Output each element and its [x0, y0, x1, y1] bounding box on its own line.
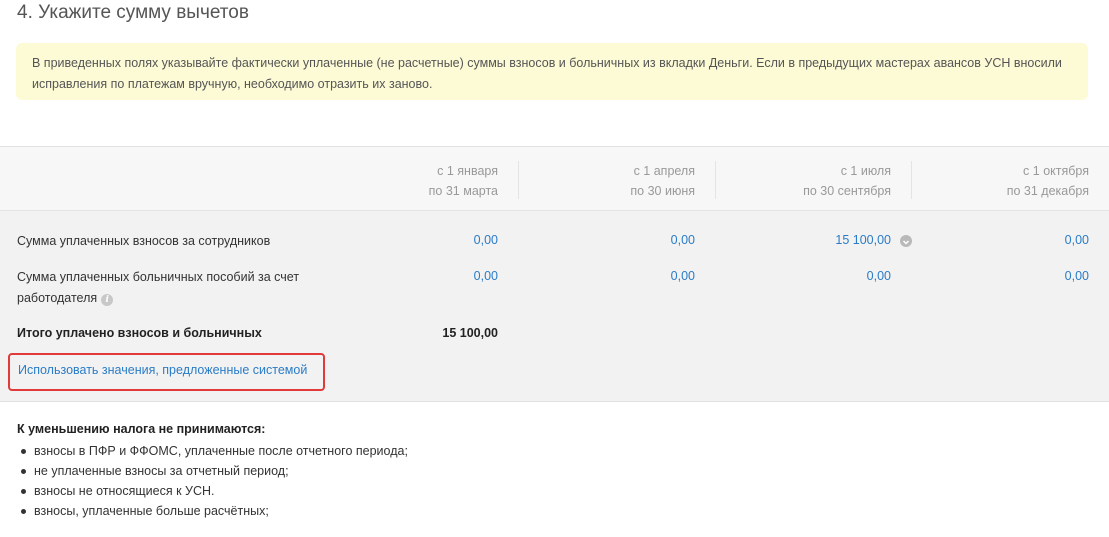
contributions-q2-value[interactable]: 0,00 — [671, 230, 695, 251]
period-q3: с 1 июля по 30 сентября — [803, 164, 891, 198]
list-item: не уплаченные взносы за отчетный период; — [17, 461, 408, 481]
contributions-q4-value[interactable]: 0,00 — [1065, 230, 1089, 251]
contributions-q3-value[interactable]: 15 100,00 — [835, 230, 891, 251]
info-notice: В приведенных полях указывайте фактическ… — [16, 43, 1088, 100]
chevron-down-icon[interactable] — [900, 235, 912, 247]
column-divider — [518, 161, 519, 199]
step-title: 4. Укажите сумму вычетов — [17, 2, 249, 23]
list-item: взносы не относящиеся к УСН. — [17, 481, 408, 501]
sick-leave-q1-value[interactable]: 0,00 — [474, 266, 498, 287]
exclusions-list: взносы в ПФР и ФФОМС, уплаченные после о… — [17, 441, 408, 521]
sick-leave-q4-value[interactable]: 0,00 — [1065, 266, 1089, 287]
sick-leave-q2-value[interactable]: 0,00 — [671, 266, 695, 287]
column-divider — [911, 161, 912, 199]
bullet-icon — [21, 469, 26, 474]
info-icon[interactable]: i — [101, 294, 114, 306]
bullet-icon — [21, 489, 26, 494]
period-q4: с 1 октября по 31 декабря — [1006, 164, 1089, 198]
column-divider — [715, 161, 716, 199]
use-suggested-values-button[interactable]: Использовать значения, предложенные сист… — [8, 353, 325, 391]
exclusions-title: К уменьшению налога не принимаются: — [17, 422, 266, 436]
row-label-contributions: Сумма уплаченных взносов за сотрудников — [17, 234, 271, 248]
contributions-q1-value[interactable]: 0,00 — [474, 230, 498, 251]
list-item: взносы, уплаченные больше расчётных; — [17, 501, 408, 521]
deductions-section: с 1 января по 31 марта с 1 апреля по 30 … — [0, 146, 1109, 402]
period-header: с 1 января по 31 марта с 1 апреля по 30 … — [0, 147, 1109, 211]
bullet-icon — [21, 449, 26, 454]
use-suggested-values-link[interactable]: Использовать значения, предложенные сист… — [18, 363, 307, 377]
period-q1: с 1 января по 31 марта — [428, 164, 498, 198]
sick-leave-q3-value[interactable]: 0,00 — [867, 266, 891, 287]
total-value: 15 100,00 — [442, 326, 498, 340]
bullet-icon — [21, 509, 26, 514]
row-label-sick-leave: Сумма уплаченных больничных пособий за с… — [17, 270, 300, 306]
list-item: взносы в ПФР и ФФОМС, уплаченные после о… — [17, 441, 408, 461]
total-label: Итого уплачено взносов и больничных — [17, 326, 262, 340]
period-q2: с 1 апреля по 30 июня — [630, 164, 695, 198]
